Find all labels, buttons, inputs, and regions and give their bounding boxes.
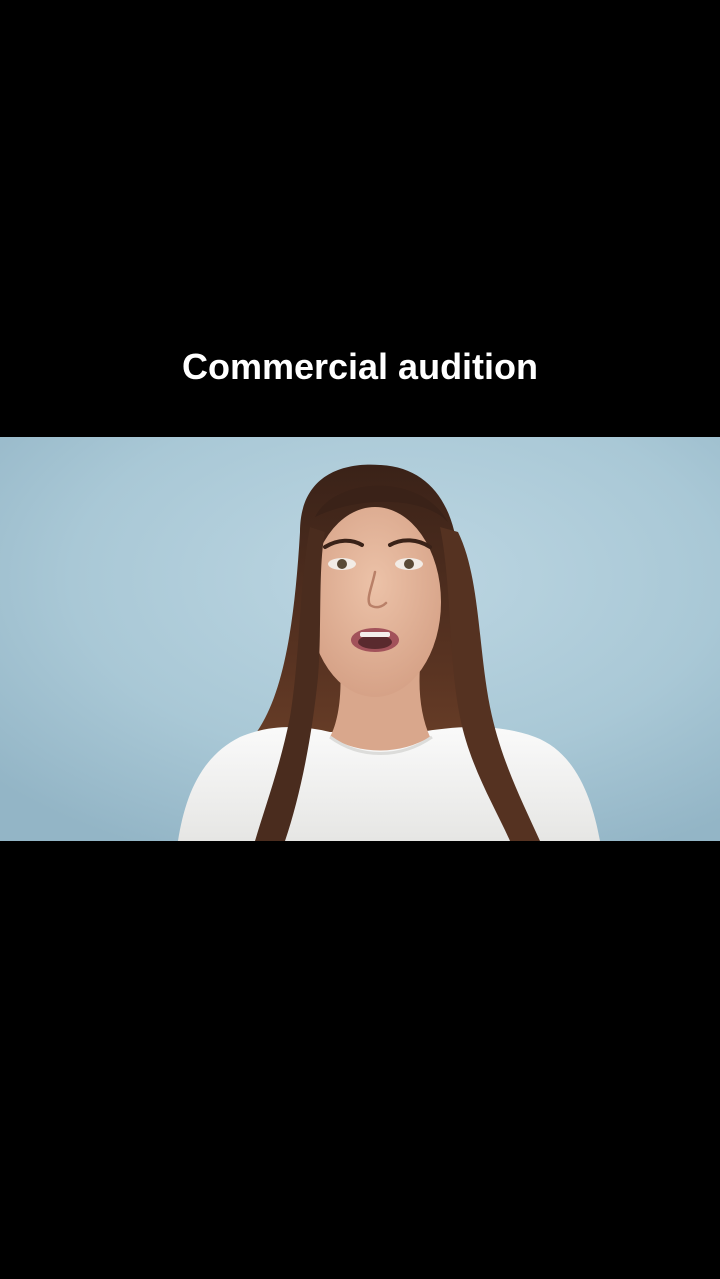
face <box>309 507 441 697</box>
video-frame[interactable] <box>0 437 720 841</box>
story-screen[interactable]: Commercial audition <box>0 0 720 1279</box>
video-still-woman-speaking <box>0 437 720 841</box>
caption-text: Commercial audition <box>181 346 539 387</box>
